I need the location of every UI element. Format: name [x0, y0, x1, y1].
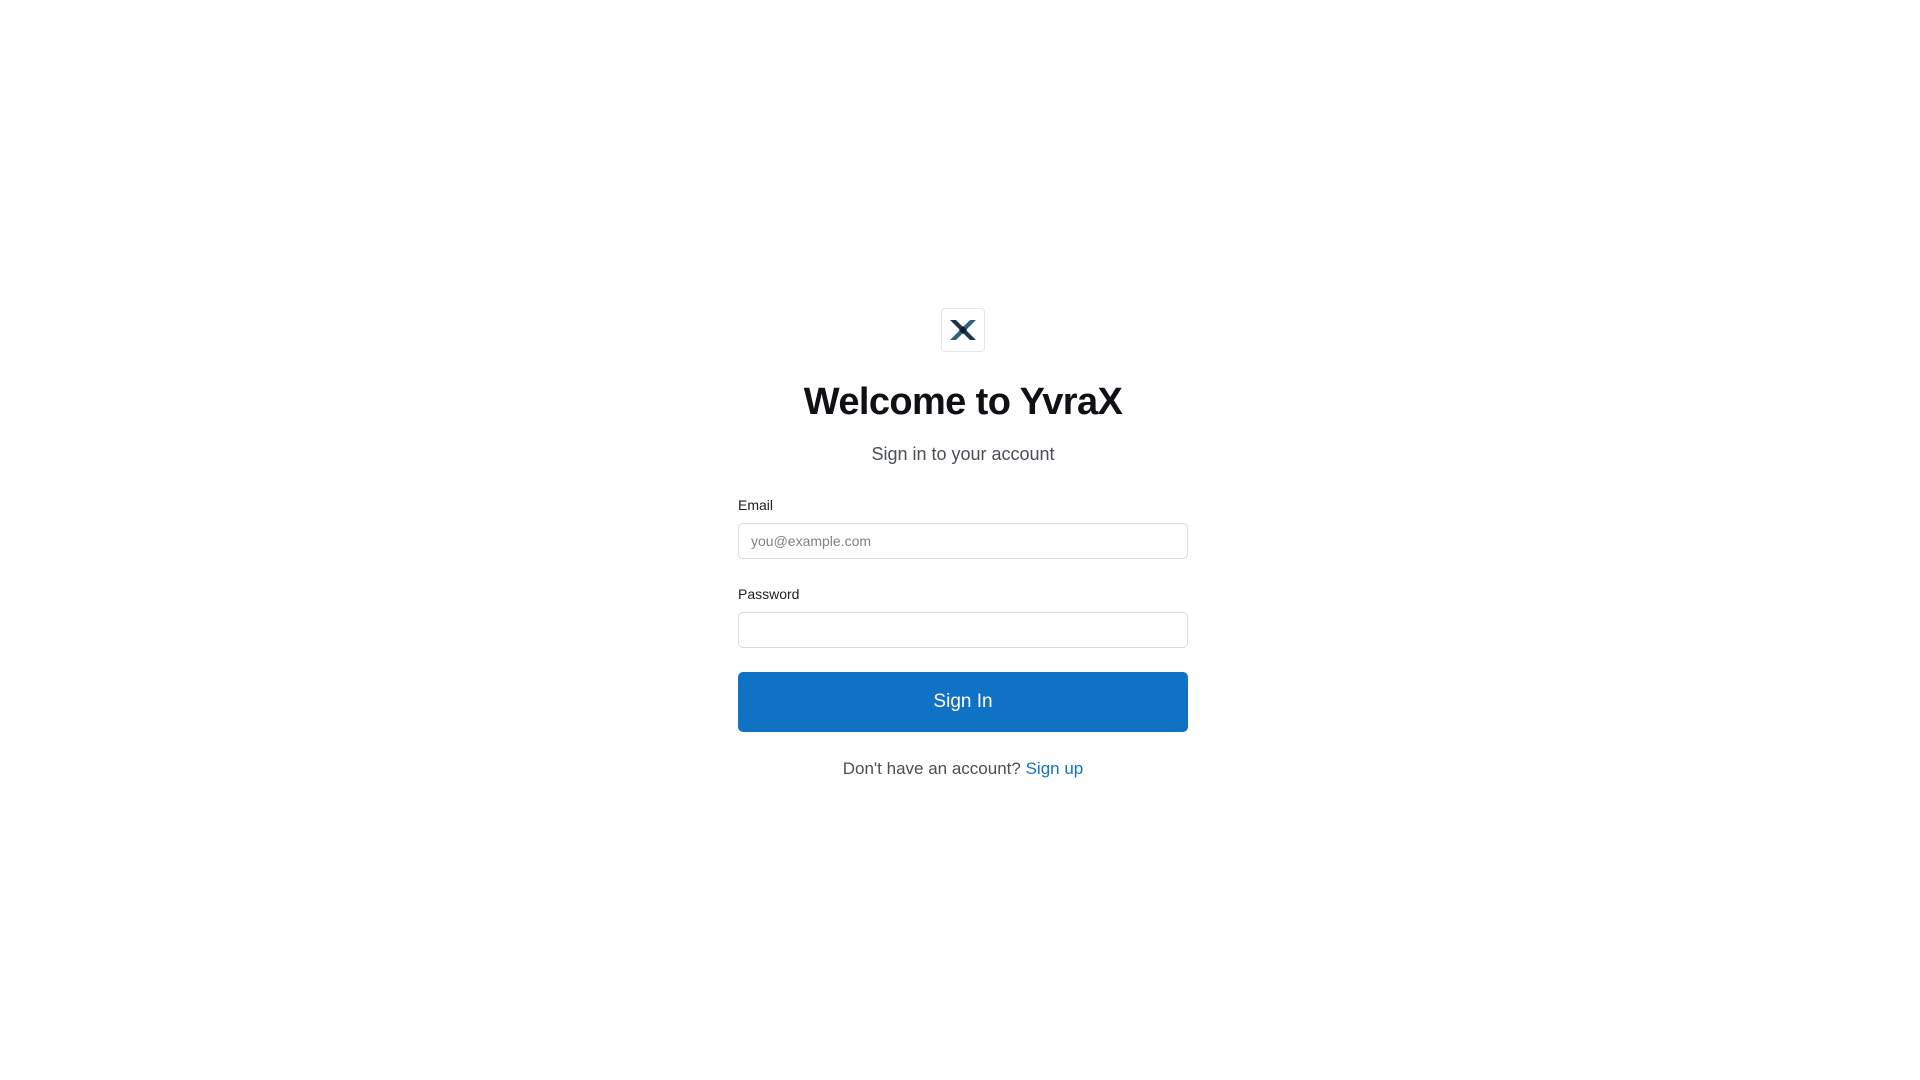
sign-up-link[interactable]: Sign up [1026, 759, 1084, 778]
signup-prompt: Don't have an account? Sign up [843, 758, 1084, 780]
page-subtitle: Sign in to your account [871, 444, 1055, 464]
password-label: Password [738, 586, 800, 602]
email-input[interactable] [738, 523, 1188, 559]
page-title: Welcome to YvraX [803, 381, 1123, 423]
password-field-group: Password [738, 585, 1188, 648]
login-page: Welcome to YvraX Sign in to your account… [0, 0, 1920, 1080]
brand-logo [941, 308, 985, 352]
yvrax-x-logo-icon [950, 320, 976, 340]
password-input[interactable] [738, 612, 1188, 648]
email-field-group: Email [738, 496, 1188, 559]
login-card: Welcome to YvraX Sign in to your account… [738, 308, 1188, 780]
sign-in-button[interactable]: Sign In [738, 672, 1188, 732]
signup-prompt-text: Don't have an account? [842, 759, 1021, 778]
login-form: Email Password Sign In [738, 496, 1188, 732]
email-label: Email [738, 497, 774, 513]
